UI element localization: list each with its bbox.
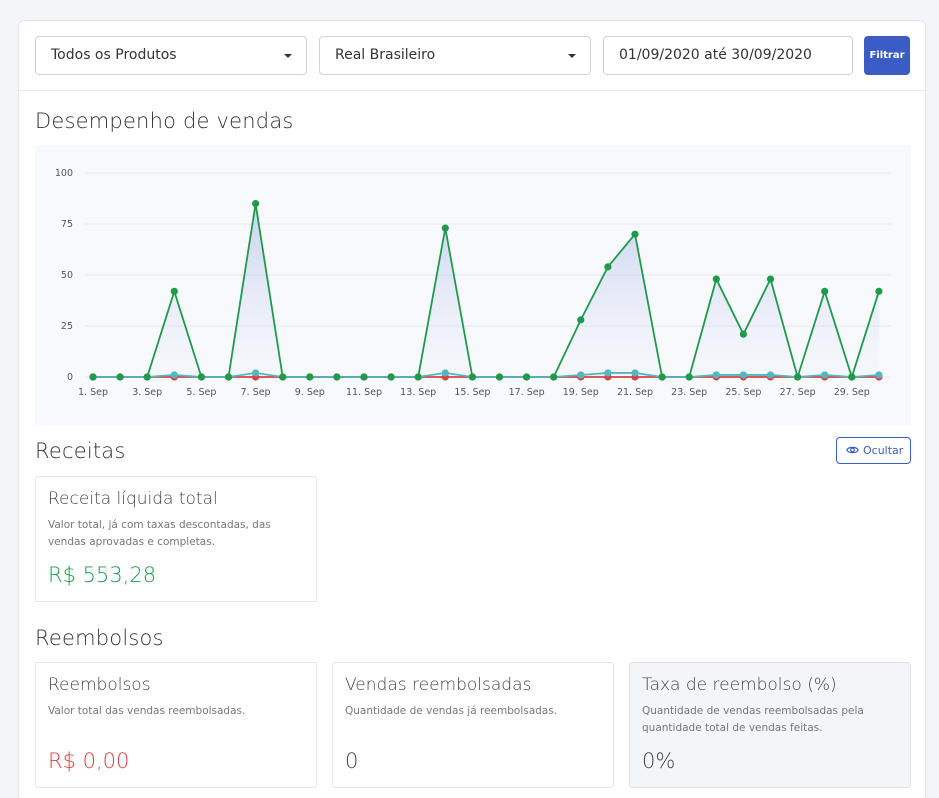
- data-point: [766, 275, 775, 283]
- data-point: [333, 373, 341, 381]
- y-tick-label: 0: [67, 372, 73, 383]
- refunded-sales-title: Vendas reembolsadas: [345, 675, 532, 695]
- date-range-input[interactable]: 01/09/2020 até 30/09/2020: [603, 36, 853, 75]
- net-revenue-value: R$ 553,28: [48, 563, 157, 587]
- refund-rate-description: Quantidade de vendas reembolsadas pela q…: [642, 705, 864, 734]
- x-tick-label: 15. Sep: [454, 387, 490, 398]
- data-point: [252, 200, 260, 208]
- refunds-amount-description: Valor total das vendas reembolsadas.: [48, 705, 246, 717]
- x-tick-label: 29. Sep: [834, 387, 870, 398]
- refunds-amount-title: Reembolsos: [48, 675, 151, 695]
- data-point: [170, 287, 178, 295]
- data-point: [143, 373, 151, 381]
- data-point: [631, 230, 639, 238]
- revenue-title: Receitas: [35, 439, 126, 463]
- data-point: [712, 371, 720, 379]
- currency-select[interactable]: Real Brasileiro: [319, 36, 591, 75]
- data-point: [604, 263, 612, 271]
- data-point: [821, 287, 829, 295]
- chevron-down-icon: [284, 54, 292, 58]
- data-point: [875, 371, 883, 379]
- x-tick-label: 11. Sep: [346, 387, 382, 398]
- x-tick-label: 21. Sep: [617, 387, 653, 398]
- net-revenue-description: Valor total, já com taxas descontadas, d…: [48, 519, 271, 548]
- data-point: [821, 371, 829, 379]
- data-point: [89, 373, 97, 381]
- data-point: [794, 373, 802, 381]
- product-select[interactable]: Todos os Produtos: [35, 36, 307, 75]
- filter-button[interactable]: Filtrar: [864, 36, 910, 75]
- data-point: [441, 369, 449, 377]
- refunds-title: Reembolsos: [35, 626, 164, 650]
- data-point: [279, 373, 287, 381]
- x-tick-label: 17. Sep: [509, 387, 545, 398]
- x-tick-label: 7. Sep: [241, 387, 271, 398]
- data-point: [848, 373, 856, 381]
- filter-bar: Todos os Produtos Real Brasileiro 01/09/…: [19, 21, 925, 91]
- data-point: [739, 371, 748, 379]
- refund-rate-card: Taxa de reembolso (%) Quantidade de vend…: [629, 662, 911, 788]
- data-point: [441, 224, 449, 232]
- sales-chart: 0 25 50 75 100 1. Sep 3. Sep 5. Sep 7. Sep 9. Se…: [35, 145, 911, 425]
- data-point: [360, 373, 368, 381]
- sales-area: [93, 203, 879, 377]
- refund-rate-value: 0%: [642, 749, 676, 773]
- x-tick-label: 19. Sep: [563, 387, 599, 398]
- data-point: [685, 373, 693, 381]
- x-tick-label: 25. Sep: [725, 387, 761, 398]
- data-point: [170, 371, 178, 379]
- data-point: [414, 373, 422, 381]
- x-tick-label: 23. Sep: [671, 387, 707, 398]
- dashboard-card: Todos os Produtos Real Brasileiro 01/09/…: [18, 20, 926, 798]
- chevron-down-icon: [568, 54, 576, 58]
- data-point: [550, 373, 558, 381]
- data-point: [468, 373, 476, 381]
- sales-chart-svg: 0 25 50 75 100 1. Sep 3. Sep 5. Sep 7. Sep 9. Se…: [55, 168, 891, 398]
- x-tick-label: 3. Sep: [132, 387, 162, 398]
- data-point: [658, 373, 666, 381]
- data-point: [604, 369, 612, 377]
- data-point: [252, 369, 260, 377]
- x-tick-label: 5. Sep: [186, 387, 216, 398]
- y-tick-label: 25: [61, 321, 73, 332]
- refunds-amount-value: R$ 0,00: [48, 749, 130, 773]
- data-point: [577, 371, 585, 379]
- data-point: [875, 287, 883, 295]
- x-tick-label: 27. Sep: [780, 387, 816, 398]
- data-point: [739, 330, 748, 338]
- data-point: [116, 373, 124, 381]
- hide-button[interactable]: Ocultar: [836, 437, 911, 464]
- sales-performance-title: Desempenho de vendas: [35, 109, 294, 133]
- y-tick-label: 100: [55, 168, 73, 179]
- refunded-sales-description: Quantidade de vendas já reembolsadas.: [345, 705, 558, 717]
- refunds-amount-card: Reembolsos Valor total das vendas reembo…: [35, 662, 317, 788]
- refunded-sales-card: Vendas reembolsadas Quantidade de vendas…: [332, 662, 614, 788]
- data-point: [712, 275, 720, 283]
- data-point: [495, 373, 504, 381]
- data-point: [306, 373, 314, 381]
- date-range-value: 01/09/2020 até 30/09/2020: [619, 47, 812, 63]
- refund-rate-title: Taxa de reembolso (%): [642, 675, 837, 695]
- data-point: [197, 373, 205, 381]
- y-tick-label: 75: [61, 219, 73, 230]
- x-tick-label: 9. Sep: [295, 387, 325, 398]
- x-tick-label: 13. Sep: [400, 387, 436, 398]
- product-select-value: Todos os Produtos: [51, 47, 177, 63]
- data-point: [631, 369, 639, 377]
- data-point: [387, 373, 395, 381]
- net-revenue-title: Receita líquida total: [48, 489, 218, 509]
- data-point: [523, 373, 531, 381]
- y-tick-label: 50: [61, 270, 73, 281]
- hide-button-label: Ocultar: [863, 444, 904, 457]
- data-point: [577, 316, 585, 324]
- data-point: [766, 371, 775, 379]
- eye-icon: [846, 446, 859, 454]
- net-revenue-card: Receita líquida total Valor total, já co…: [35, 476, 317, 602]
- refunded-sales-value: 0: [345, 749, 359, 773]
- currency-select-value: Real Brasileiro: [335, 47, 436, 63]
- data-point: [224, 373, 233, 381]
- x-tick-label: 1. Sep: [78, 387, 108, 398]
